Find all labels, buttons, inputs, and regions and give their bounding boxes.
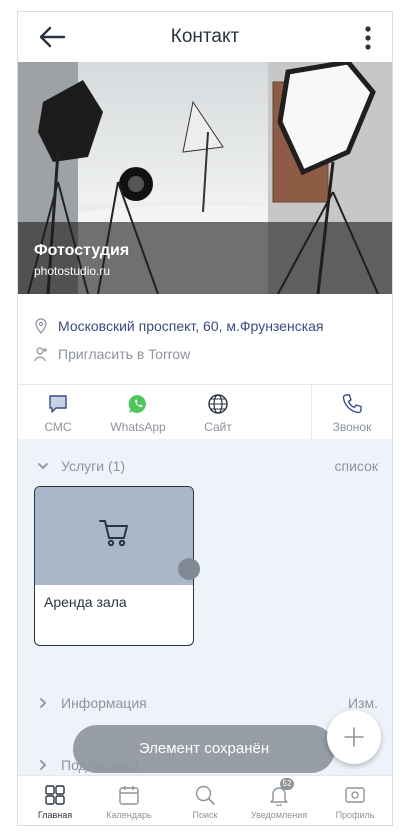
whatsapp-action[interactable]: WhatsApp [100,393,176,434]
website-label: Сайт [204,420,232,434]
whatsapp-label: WhatsApp [110,420,166,434]
chevron-right-icon [40,760,47,770]
contact-name: Фотостудия [34,242,130,259]
tab-search[interactable]: Поиск [168,784,242,820]
add-button[interactable] [327,710,381,764]
tab-home-label: Главная [37,810,73,820]
notifications-badge: 52 [280,778,294,790]
information-title: Информация [61,695,147,711]
contact-cover-image: Фотостудия photostudio.ru [18,62,392,294]
chevron-down-icon [38,463,48,470]
whatsapp-icon [128,394,146,413]
tab-search-label: Поиск [192,810,218,820]
website-action[interactable]: Сайт [180,393,256,434]
tab-notifications-label: Уведомления [250,810,308,820]
information-edit-link[interactable]: Изм. [348,695,378,711]
contact-info: Московский проспект, 60, м.Фрунзенская П… [18,312,392,368]
tab-home[interactable]: Главная [18,784,92,820]
contact-actions: СМС WhatsApp Сайт Звонок [18,384,392,439]
call-action[interactable]: Звонок [314,393,390,434]
globe-icon [208,394,228,414]
sms-action[interactable]: СМС [20,393,96,434]
plus-icon [344,727,364,747]
tab-calendar-label: Календарь [106,810,152,820]
services-title: Услуги (1) [61,458,126,474]
sms-icon [49,395,67,413]
address-row[interactable]: Московский проспект, 60, м.Фрунзенская [18,312,392,340]
tab-profile[interactable]: Профиль [318,784,392,820]
chevron-right-icon [40,698,47,708]
tab-profile-label: Профиль [335,810,375,820]
saved-toast: Элемент сохранён [73,725,335,773]
search-icon [195,785,215,805]
call-label: Звонок [332,420,372,434]
address-text: Московский проспект, 60, м.Фрунзенская [58,318,324,334]
sms-label: СМС [44,420,72,434]
bottom-tab-bar: Главная Календарь Поиск 52 Уведомления П… [18,775,392,825]
contact-screen: Контакт Фотостудия photostudio.ru Москов… [17,11,393,826]
service-card-label: Аренда зала [44,594,127,610]
bell-icon-wrap: 52 [268,778,294,807]
invite-text: Пригласить в Torrow [58,346,191,362]
calendar-icon [119,786,139,805]
services-list-toggle[interactable]: список [335,458,378,474]
shopping-cart-icon [99,520,128,547]
service-card[interactable]: Аренда зала [34,486,194,646]
tab-notifications[interactable]: 52 Уведомления [242,778,316,820]
app-header: Контакт [18,12,392,62]
home-grid-icon [45,785,65,805]
tab-calendar[interactable]: Календарь [92,784,166,820]
invite-row[interactable]: Пригласить в Torrow [18,340,392,368]
page-title: Контакт [170,26,240,47]
services-section-header[interactable]: Услуги (1) список [18,457,392,477]
information-section-header[interactable]: Информация Изм. [18,694,392,714]
more-vertical-icon[interactable] [358,25,378,51]
add-person-icon [34,347,47,362]
actions-divider [311,385,312,439]
phone-icon [342,394,362,414]
location-pin-icon [35,318,47,334]
touch-indicator [178,558,200,580]
contact-website[interactable]: photostudio.ru [34,264,110,278]
profile-icon [345,787,365,803]
